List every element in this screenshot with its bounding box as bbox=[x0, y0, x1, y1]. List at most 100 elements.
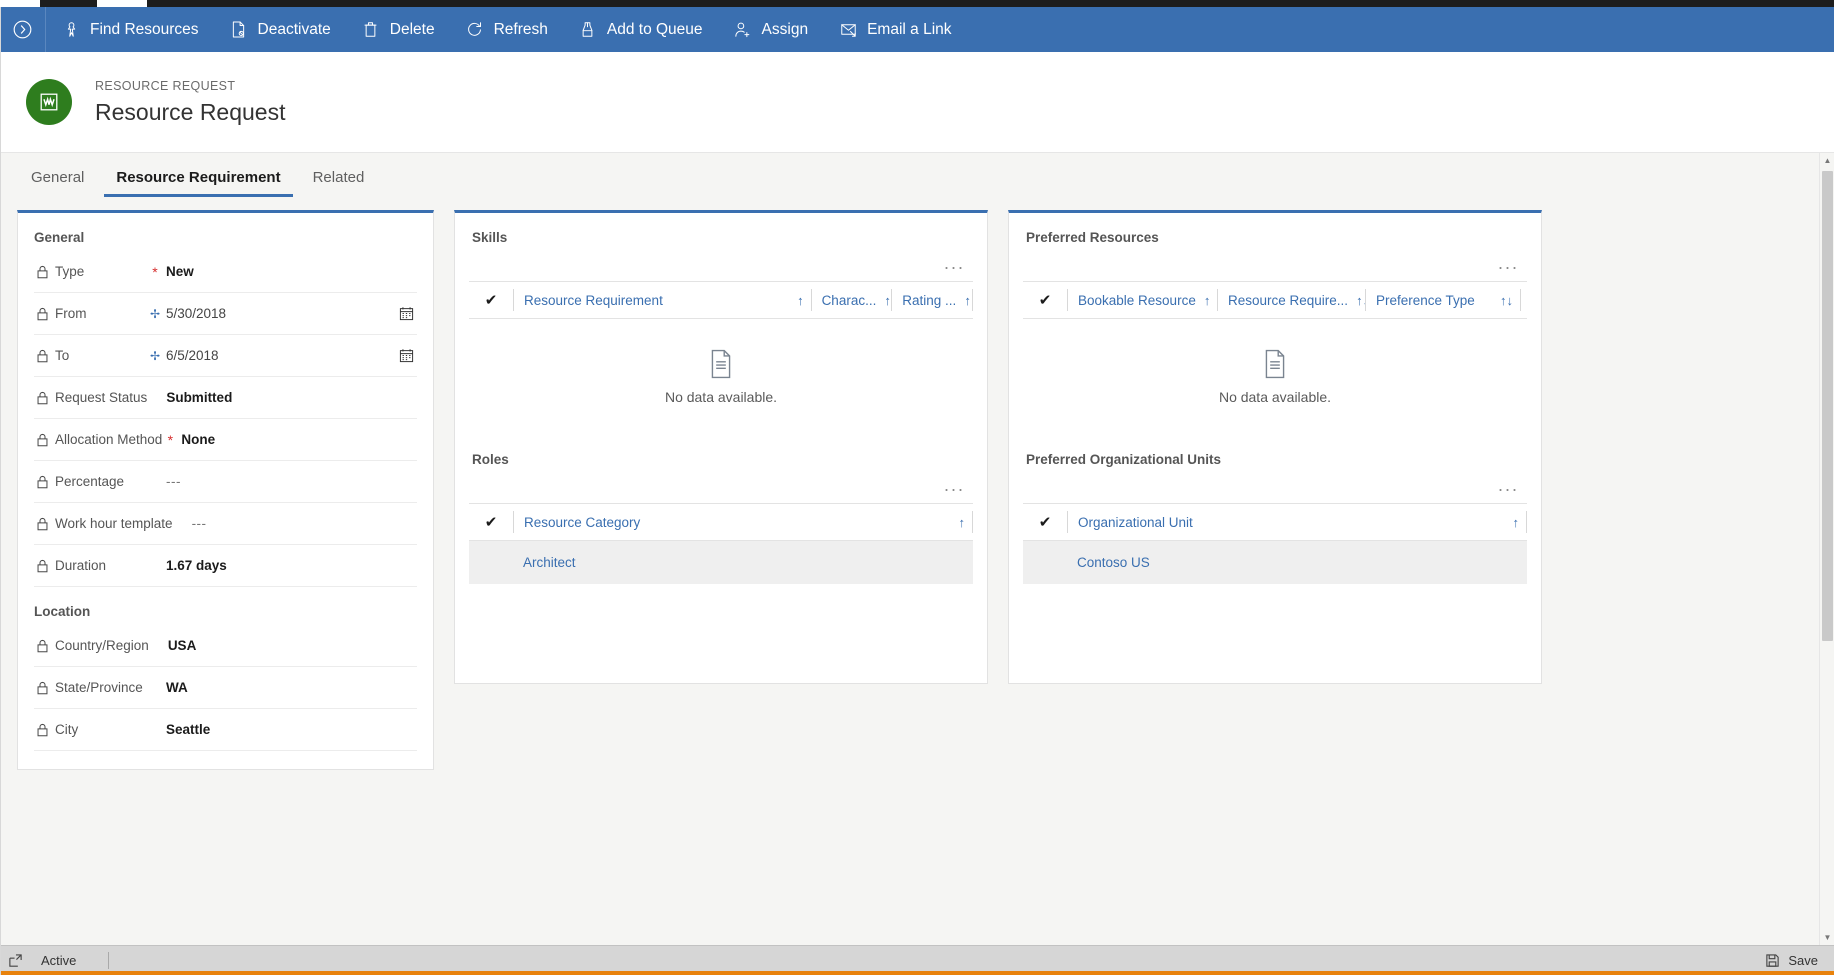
section-title-location: Location bbox=[34, 604, 91, 619]
command-delete-button[interactable]: Delete bbox=[346, 7, 450, 52]
required-indicator: * bbox=[152, 263, 158, 280]
add-to-queue-icon bbox=[578, 20, 598, 40]
tab-label: General bbox=[31, 169, 85, 186]
preferred-org-units-grid-header: ✔ Organizational Unit ↑ bbox=[1023, 503, 1527, 541]
sort-arrow-icon[interactable]: ↑↓ bbox=[884, 293, 891, 308]
command-label: Assign bbox=[761, 20, 809, 38]
scroll-up-arrow-icon[interactable]: ▲ bbox=[1820, 153, 1834, 168]
column-header-bookable-resource[interactable]: Bookable Resource ↑ bbox=[1067, 289, 1217, 311]
field-from[interactable]: From ✢ 5/30/2018 bbox=[34, 293, 417, 335]
record-status-text: Active bbox=[41, 953, 77, 968]
command-refresh-button[interactable]: Refresh bbox=[450, 7, 563, 52]
tab-resource-requirement[interactable]: Resource Requirement bbox=[104, 169, 293, 197]
field-percentage[interactable]: Percentage --- bbox=[34, 461, 417, 503]
field-city[interactable]: City Seattle bbox=[34, 709, 417, 751]
roles-grid-body: Architect bbox=[469, 541, 973, 584]
sort-arrow-icon[interactable]: ↑ bbox=[1204, 293, 1211, 308]
table-row[interactable]: Contoso US bbox=[1023, 541, 1527, 584]
skills-roles-card: Skills ... ✔ Resource Requirement ↑ Charac.… bbox=[454, 210, 988, 684]
cell-link[interactable]: Architect bbox=[513, 555, 576, 570]
preferred-org-units-title: Preferred Organizational Units bbox=[1026, 452, 1222, 467]
sort-arrow-icon[interactable]: ↑↓ bbox=[964, 293, 972, 308]
column-header-rating[interactable]: Rating ... ↑↓ bbox=[891, 289, 972, 311]
field-label: Work hour template bbox=[55, 516, 173, 531]
command-label: Add to Queue bbox=[606, 20, 703, 38]
select-all-checkmark-icon[interactable]: ✔ bbox=[1023, 291, 1067, 309]
field-request-status[interactable]: Request Status Submitted bbox=[34, 377, 417, 419]
command-label: Email a Link bbox=[867, 20, 952, 38]
skills-subgrid: Skills ... ✔ Resource Requirement ↑ Charac.… bbox=[455, 213, 987, 435]
lock-icon bbox=[34, 349, 50, 363]
preferred-resources-empty-text: No data available. bbox=[1218, 389, 1332, 405]
sort-arrow-icon[interactable]: ↑ bbox=[959, 515, 966, 530]
skills-grid-header: ✔Resource Requirement↑Charac...↑↓Rating … bbox=[469, 281, 973, 319]
preferred-resources-more-commands-button[interactable]: ... bbox=[1498, 254, 1519, 272]
calendar-icon[interactable] bbox=[395, 306, 417, 321]
field-work-hour-template[interactable]: Work hour template --- bbox=[34, 503, 417, 545]
command-label: Find Resources bbox=[90, 20, 199, 38]
column-header-charac[interactable]: Charac... ↑↓ bbox=[810, 289, 891, 311]
column-header-label: Resource Require... bbox=[1228, 292, 1349, 308]
field-label: From bbox=[55, 306, 87, 321]
field-allocation-method[interactable]: Allocation Method * None bbox=[34, 419, 417, 461]
lock-icon bbox=[34, 559, 50, 573]
trash-icon bbox=[361, 20, 381, 40]
column-header-preference-type[interactable]: Preference Type ↑↓ bbox=[1365, 289, 1520, 311]
lock-icon bbox=[34, 433, 50, 447]
preferred-resources-card: Preferred Resources ... ✔ Bookable Resour… bbox=[1008, 210, 1542, 684]
form-tab-strip: General Resource Requirement Related bbox=[1, 153, 1834, 197]
sort-arrow-icon[interactable]: ↑↓ bbox=[1500, 293, 1513, 308]
field-to[interactable]: To ✢ 6/5/2018 bbox=[34, 335, 417, 377]
command-email-a-link-button[interactable]: Email a Link bbox=[823, 7, 966, 52]
field-duration[interactable]: Duration 1.67 days bbox=[34, 545, 417, 587]
lock-icon bbox=[34, 475, 50, 489]
tab-general[interactable]: General bbox=[19, 169, 96, 197]
column-header-organizational-unit[interactable]: Organizational Unit ↑ bbox=[1067, 511, 1526, 533]
select-all-checkmark-icon[interactable]: ✔ bbox=[469, 513, 513, 531]
field-value: None bbox=[181, 432, 216, 447]
field-country-region[interactable]: Country/Region USA bbox=[34, 625, 417, 667]
roles-more-commands-button[interactable]: ... bbox=[944, 476, 965, 494]
vertical-scrollbar[interactable]: ▲ ▼ bbox=[1819, 153, 1834, 945]
roles-grid-header: ✔ Resource Category ↑ bbox=[469, 503, 973, 541]
scrollbar-thumb[interactable] bbox=[1822, 171, 1833, 641]
table-row[interactable]: Architect bbox=[469, 541, 973, 584]
preferred-org-units-grid-body: Contoso US bbox=[1023, 541, 1527, 584]
cell-link[interactable]: Contoso US bbox=[1067, 555, 1150, 570]
popout-icon[interactable] bbox=[8, 953, 23, 968]
preferred-org-units-subgrid: Preferred Organizational Units ... ✔ Orga… bbox=[1009, 435, 1541, 584]
find-resources-icon bbox=[61, 20, 81, 40]
column-header-label: Preference Type bbox=[1376, 292, 1475, 308]
command-find-resources-button[interactable]: Find Resources bbox=[46, 7, 214, 52]
column-header-label: Organizational Unit bbox=[1078, 514, 1193, 530]
column-header-resource-category[interactable]: Resource Category ↑ bbox=[513, 511, 972, 533]
command-add-to-queue-button[interactable]: Add to Queue bbox=[563, 7, 718, 52]
column-header-resource-require[interactable]: Resource Require... ↑↓ bbox=[1217, 289, 1365, 311]
sort-arrow-icon[interactable]: ↑ bbox=[797, 293, 804, 308]
command-deactivate-button[interactable]: Deactivate bbox=[214, 7, 346, 52]
select-all-checkmark-icon[interactable]: ✔ bbox=[469, 291, 513, 309]
skills-more-commands-button[interactable]: ... bbox=[944, 254, 965, 272]
skills-empty-text: No data available. bbox=[664, 389, 778, 405]
command-assign-button[interactable]: Assign bbox=[718, 7, 824, 52]
field-type[interactable]: Type * New bbox=[34, 251, 417, 293]
field-value: 6/5/2018 bbox=[166, 348, 219, 363]
column-header-resource-requirement[interactable]: Resource Requirement ↑ bbox=[513, 289, 811, 311]
save-button[interactable]: Save bbox=[1765, 953, 1834, 968]
top-strip-tab-second bbox=[97, 0, 147, 7]
field-state-province[interactable]: State/Province WA bbox=[34, 667, 417, 709]
general-form-card: General Type * New From ✢ 5/30/2018 To ✢ 6/5/2… bbox=[17, 210, 434, 770]
resource-request-icon bbox=[26, 79, 72, 125]
column-header-label: Resource Category bbox=[524, 514, 641, 530]
lock-icon bbox=[34, 391, 50, 405]
tab-related[interactable]: Related bbox=[301, 169, 377, 197]
preferred-org-units-more-commands-button[interactable]: ... bbox=[1498, 476, 1519, 494]
scroll-down-arrow-icon[interactable]: ▼ bbox=[1820, 930, 1834, 945]
field-value: Seattle bbox=[166, 722, 211, 737]
sort-arrow-icon[interactable]: ↑ bbox=[1513, 515, 1520, 530]
chevron-right-circle-icon[interactable] bbox=[0, 7, 46, 52]
calendar-icon[interactable] bbox=[395, 348, 417, 363]
select-all-checkmark-icon[interactable]: ✔ bbox=[1023, 513, 1067, 531]
column-divider bbox=[1526, 511, 1527, 533]
sort-arrow-icon[interactable]: ↑↓ bbox=[1356, 293, 1365, 308]
